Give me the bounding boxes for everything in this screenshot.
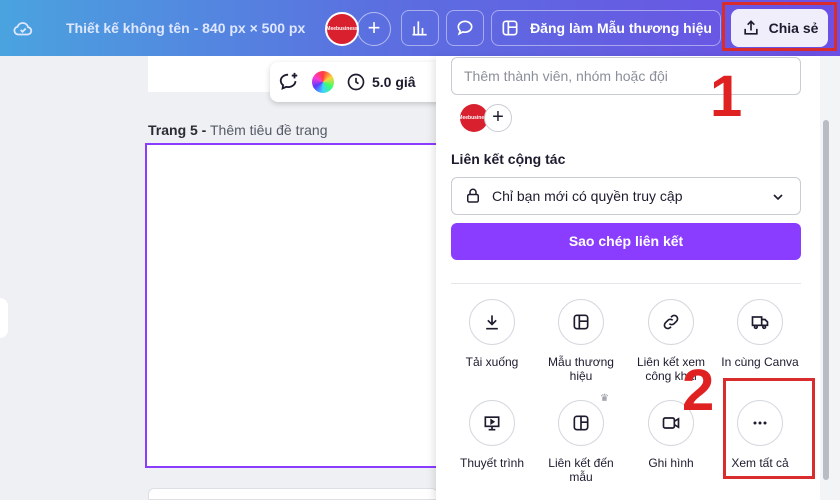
see-all-highlight-box: [723, 378, 815, 479]
crown-icon: ♛: [600, 393, 609, 404]
option-label: Liên kết đến mẫu: [548, 456, 614, 484]
side-panel-handle[interactable]: [0, 298, 8, 338]
publish-brand-template-button[interactable]: Đăng làm Mẫu thương hiệu: [491, 10, 721, 46]
template-icon: [573, 314, 589, 330]
upload-icon: [743, 20, 758, 35]
option-download[interactable]: Tải xuống: [450, 299, 534, 369]
add-member-button[interactable]: +: [484, 104, 512, 132]
insights-button[interactable]: [401, 10, 439, 46]
timer-value: 5.0 giâ: [372, 74, 416, 90]
option-print[interactable]: In cùng Canva: [718, 299, 802, 369]
link-icon: [663, 314, 679, 330]
add-comment-icon[interactable]: [278, 71, 300, 93]
access-value: Chỉ bạn mới có quyền truy cập: [492, 188, 683, 204]
divider: [451, 283, 801, 284]
presentation-icon: [484, 416, 500, 431]
clock-icon: [347, 73, 365, 91]
cloud-saved-icon[interactable]: [12, 18, 34, 40]
option-label: Ghi hình: [648, 456, 694, 470]
option-brand-template[interactable]: Mẫu thương hiệu: [539, 299, 623, 383]
document-title[interactable]: Thiết kế không tên - 840 px × 500 px: [66, 20, 305, 36]
collab-link-label: Liên kết cộng tác: [451, 151, 566, 167]
step-2-marker: 2: [682, 358, 715, 423]
brand-button-label: Đăng làm Mẫu thương hiệu: [530, 20, 712, 36]
option-label: Tải xuống: [465, 355, 519, 369]
share-button[interactable]: Chia sẻ: [731, 9, 828, 47]
next-page: [148, 488, 438, 500]
color-wheel-icon[interactable]: [312, 71, 334, 93]
page-title[interactable]: Trang 5 - Thêm tiêu đề trang: [148, 122, 328, 138]
video-icon: [662, 417, 680, 429]
step-1-marker: 1: [710, 64, 743, 129]
page-number: Trang 5 -: [148, 122, 207, 138]
avatar-label: Meebusiness: [326, 26, 358, 32]
comments-button[interactable]: [446, 10, 484, 46]
lock-icon: [467, 188, 479, 203]
user-avatar[interactable]: Meebusiness: [325, 12, 359, 46]
design-page[interactable]: [145, 143, 440, 468]
timing-button[interactable]: 5.0 giâ: [346, 72, 416, 92]
share-button-label: Chia sẻ: [768, 20, 819, 36]
copy-link-button[interactable]: Sao chép liên kết: [451, 223, 801, 260]
page-toolbar: 5.0 giâ: [270, 62, 445, 102]
option-label: In cùng Canva: [721, 355, 799, 369]
option-label: Mẫu thương hiệu: [548, 355, 614, 383]
comment-icon: [457, 20, 473, 36]
option-label: Thuyết trình: [459, 456, 525, 470]
option-present[interactable]: Thuyết trình: [450, 400, 534, 470]
brand-template-icon: [502, 20, 518, 36]
access-dropdown[interactable]: Chỉ bạn mới có quyền truy cập: [451, 177, 801, 215]
bar-chart-icon: [412, 21, 427, 36]
chevron-down-icon: [773, 194, 783, 201]
top-bar: Thiết kế không tên - 840 px × 500 px Mee…: [0, 0, 840, 56]
scroll-thumb[interactable]: [823, 120, 829, 480]
add-member-input[interactable]: Thêm thành viên, nhóm hoặc đội: [451, 57, 801, 95]
page-title-placeholder: Thêm tiêu đề trang: [206, 122, 328, 138]
download-icon: [486, 315, 498, 330]
template-link-icon: [573, 415, 589, 431]
add-collaborator-button[interactable]: +: [357, 12, 391, 46]
option-template-link[interactable]: ♛ Liên kết đến mẫu: [539, 393, 623, 484]
truck-icon: [751, 316, 769, 330]
